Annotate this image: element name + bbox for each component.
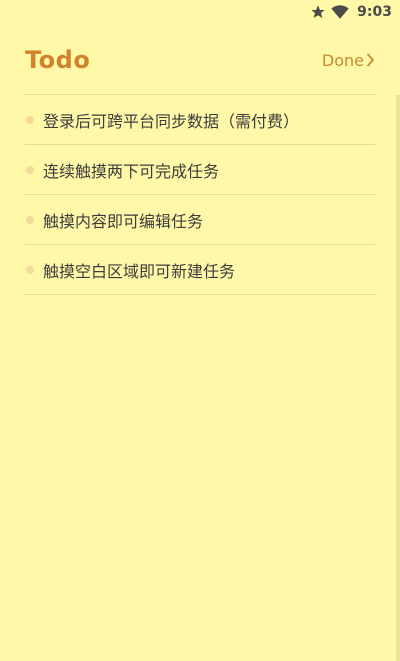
- todo-text: 登录后可跨平台同步数据（需付费）: [43, 111, 300, 131]
- status-bar: 9:03: [0, 0, 400, 24]
- todo-item[interactable]: 触摸空白区域即可新建任务: [25, 245, 375, 295]
- chevron-right-icon: [366, 53, 376, 67]
- done-button[interactable]: Done: [322, 51, 376, 70]
- page-title: Todo: [25, 46, 91, 74]
- todo-text: 连续触摸两下可完成任务: [43, 161, 220, 181]
- scrollbar[interactable]: [396, 95, 400, 661]
- todo-text: 触摸空白区域即可新建任务: [43, 261, 236, 281]
- todo-app-screen: { "status_bar": { "time": "9:03", "icons…: [0, 0, 400, 661]
- bullet-icon: [26, 165, 34, 174]
- star-icon: [309, 3, 327, 21]
- done-label: Done: [321, 50, 364, 70]
- bullet-icon: [26, 115, 34, 124]
- todo-item[interactable]: 登录后可跨平台同步数据（需付费）: [25, 95, 375, 145]
- status-time: 9:03: [357, 4, 392, 20]
- todo-item[interactable]: 连续触摸两下可完成任务: [25, 145, 375, 195]
- wifi-icon: [331, 3, 349, 21]
- todo-item[interactable]: 触摸内容即可编辑任务: [25, 195, 375, 245]
- bullet-icon: [26, 265, 34, 274]
- header: Todo Done: [25, 36, 376, 84]
- todo-list: 登录后可跨平台同步数据（需付费） 连续触摸两下可完成任务 触摸内容即可编辑任务 …: [25, 95, 375, 295]
- bullet-icon: [26, 215, 34, 224]
- todo-text: 触摸内容即可编辑任务: [43, 211, 204, 231]
